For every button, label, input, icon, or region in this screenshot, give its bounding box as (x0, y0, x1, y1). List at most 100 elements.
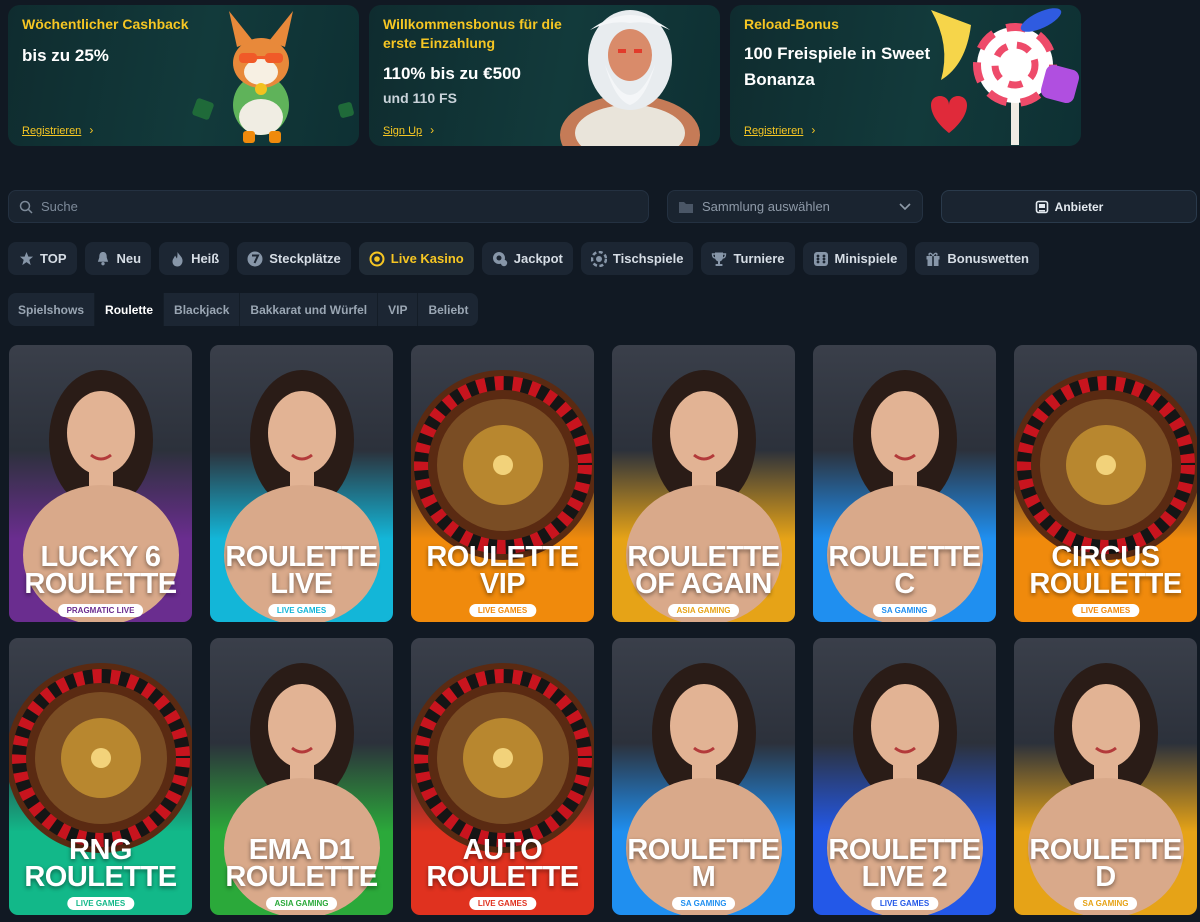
game-title: EMA D1 ROULETTE (225, 834, 378, 893)
provider-badge: LIVE GAMES (66, 897, 135, 910)
chevron-down-icon (899, 203, 911, 211)
game-card[interactable]: ROULETTE D SA GAMING (1014, 638, 1197, 915)
provider-badge: LIVE GAMES (468, 604, 537, 617)
category-jackpot[interactable]: Jackpot (481, 242, 573, 275)
game-card[interactable]: ROULETTE LIVE LIVE GAMES (210, 345, 393, 622)
category-label: Live Kasino (390, 251, 464, 266)
subtab-blackjack[interactable]: Blackjack (164, 293, 241, 326)
game-title: AUTO ROULETTE (426, 834, 579, 893)
candy-lollipop-icon (931, 8, 1080, 145)
game-title: ROULETTE LIVE (225, 541, 378, 600)
provider-badge: SA GAMING (872, 604, 937, 617)
promo-welcome-bonus[interactable]: Willkommensbonus für die erste Einzahlun… (369, 5, 720, 146)
game-title: RNG ROULETTE (24, 834, 177, 893)
provider-badge: SA GAMING (1073, 897, 1138, 910)
subtab-vip[interactable]: VIP (378, 293, 419, 326)
category-label: Turniere (733, 251, 785, 266)
category-new[interactable]: Neu (84, 242, 152, 275)
category-top[interactable]: TOP (8, 242, 77, 275)
provider-badge: LIVE GAMES (1071, 604, 1140, 617)
category-label: Tischspiele (612, 251, 684, 266)
game-title: ROULETTE LIVE 2 (828, 834, 981, 893)
game-card[interactable]: ROULETTE M SA GAMING (612, 638, 795, 915)
game-title: ROULETTE D (1029, 834, 1182, 893)
gift-icon (925, 251, 941, 267)
category-label: Jackpot (513, 251, 563, 266)
provider-badge: LIVE GAMES (870, 897, 939, 910)
search-bar[interactable] (8, 190, 649, 223)
category-tournaments[interactable]: Turniere (701, 242, 795, 275)
game-card[interactable]: LUCKY 6 ROULETTE PRAGMATIC LIVE (9, 345, 192, 622)
category-label: TOP (40, 251, 67, 266)
game-title: ROULETTE M (627, 834, 780, 893)
collection-select[interactable]: Sammlung auswählen (667, 190, 923, 223)
chevron-right-icon: › (89, 123, 94, 137)
chevron-right-icon: › (811, 123, 816, 137)
game-title: LUCKY 6 ROULETTE (24, 541, 177, 600)
promo-banners: Wöchentlicher Cashback bis zu 25% Regist… (8, 5, 1082, 146)
seven-icon (247, 251, 263, 267)
provider-badge: LIVE GAMES (468, 897, 537, 910)
game-card[interactable]: ROULETTE VIP LIVE GAMES (411, 345, 594, 622)
game-card[interactable]: RNG ROULETTE LIVE GAMES (9, 638, 192, 915)
category-live-casino[interactable]: Live Kasino (358, 242, 474, 275)
search-input[interactable] (41, 199, 621, 214)
provider-badge: PRAGMATIC LIVE (57, 604, 144, 617)
game-card[interactable]: CIRCUS ROULETTE LIVE GAMES (1014, 345, 1197, 622)
game-grid: LUCKY 6 ROULETTE PRAGMATIC LIVE ROULETTE L… (9, 345, 1197, 915)
category-bonus-bets[interactable]: Bonuswetten (915, 242, 1040, 275)
dice-icon (813, 251, 829, 267)
promo-title: Reload-Bonus (744, 16, 839, 32)
category-label: Heiß (191, 251, 220, 266)
game-title: ROULETTE VIP (426, 541, 579, 600)
jackpot-icon (492, 251, 508, 267)
table-chip-icon (590, 250, 607, 267)
category-label: Minispiele (834, 251, 898, 266)
star-icon (18, 251, 34, 267)
folder-icon (679, 201, 693, 213)
promo-register-link[interactable]: Registrieren › (744, 123, 815, 137)
promo-headline: bis zu 25% (22, 46, 109, 65)
category-bar: TOP Neu Heiß Steckplätze Live Kasino Jac… (8, 242, 1040, 275)
promo-title: Wöchentlicher Cashback (22, 16, 189, 32)
category-label: Neu (116, 251, 142, 266)
promo-link-label: Sign Up (383, 125, 423, 137)
provider-badge: ASIA GAMING (667, 604, 740, 617)
category-minigames[interactable]: Minispiele (802, 242, 908, 275)
subtab-game-shows[interactable]: Spielshows (8, 293, 96, 326)
game-card[interactable]: ROULETTE OF AGAIN ASIA GAMING (612, 345, 795, 622)
game-title: ROULETTE C (828, 541, 981, 600)
promo-reload-bonus[interactable]: Reload-Bonus 100 Freispiele in Sweet Bon… (730, 5, 1081, 146)
search-icon (19, 200, 33, 214)
promo-subtitle: und 110 FS (383, 90, 457, 106)
collection-select-label: Sammlung auswählen (702, 199, 830, 214)
zeus-character-icon (560, 10, 700, 146)
category-table-games[interactable]: Tischspiele (580, 242, 694, 275)
promo-headline: 110% bis zu €500 (383, 64, 521, 83)
trophy-icon (711, 251, 727, 267)
flame-icon (169, 251, 185, 267)
subtab-popular[interactable]: Beliebt (418, 293, 478, 326)
provider-badge: SA GAMING (671, 897, 736, 910)
promo-register-link[interactable]: Registrieren › (22, 123, 93, 137)
game-card[interactable]: AUTO ROULETTE LIVE GAMES (411, 638, 594, 915)
bell-icon (95, 251, 111, 267)
provider-badge: ASIA GAMING (265, 897, 338, 910)
slot-machine-icon (1035, 200, 1048, 213)
corgi-mascot-icon (192, 11, 354, 143)
game-card[interactable]: ROULETTE C SA GAMING (813, 345, 996, 622)
game-card[interactable]: EMA D1 ROULETTE ASIA GAMING (210, 638, 393, 915)
promo-cashback[interactable]: Wöchentlicher Cashback bis zu 25% Regist… (8, 5, 359, 146)
category-slots[interactable]: Steckplätze (237, 242, 351, 275)
provider-button-label: Anbieter (1054, 199, 1104, 214)
game-card[interactable]: ROULETTE LIVE 2 LIVE GAMES (813, 638, 996, 915)
promo-link-label: Registrieren (744, 125, 804, 137)
provider-badge: LIVE GAMES (267, 604, 336, 617)
promo-signup-link[interactable]: Sign Up › (383, 123, 434, 137)
subtab-baccarat-dice[interactable]: Bakkarat und Würfel (240, 293, 379, 326)
category-label: Bonuswetten (947, 251, 1030, 266)
category-hot[interactable]: Heiß (159, 242, 230, 275)
subtab-roulette[interactable]: Roulette (95, 293, 165, 326)
provider-button[interactable]: Anbieter (941, 190, 1197, 223)
game-title: CIRCUS ROULETTE (1029, 541, 1182, 600)
